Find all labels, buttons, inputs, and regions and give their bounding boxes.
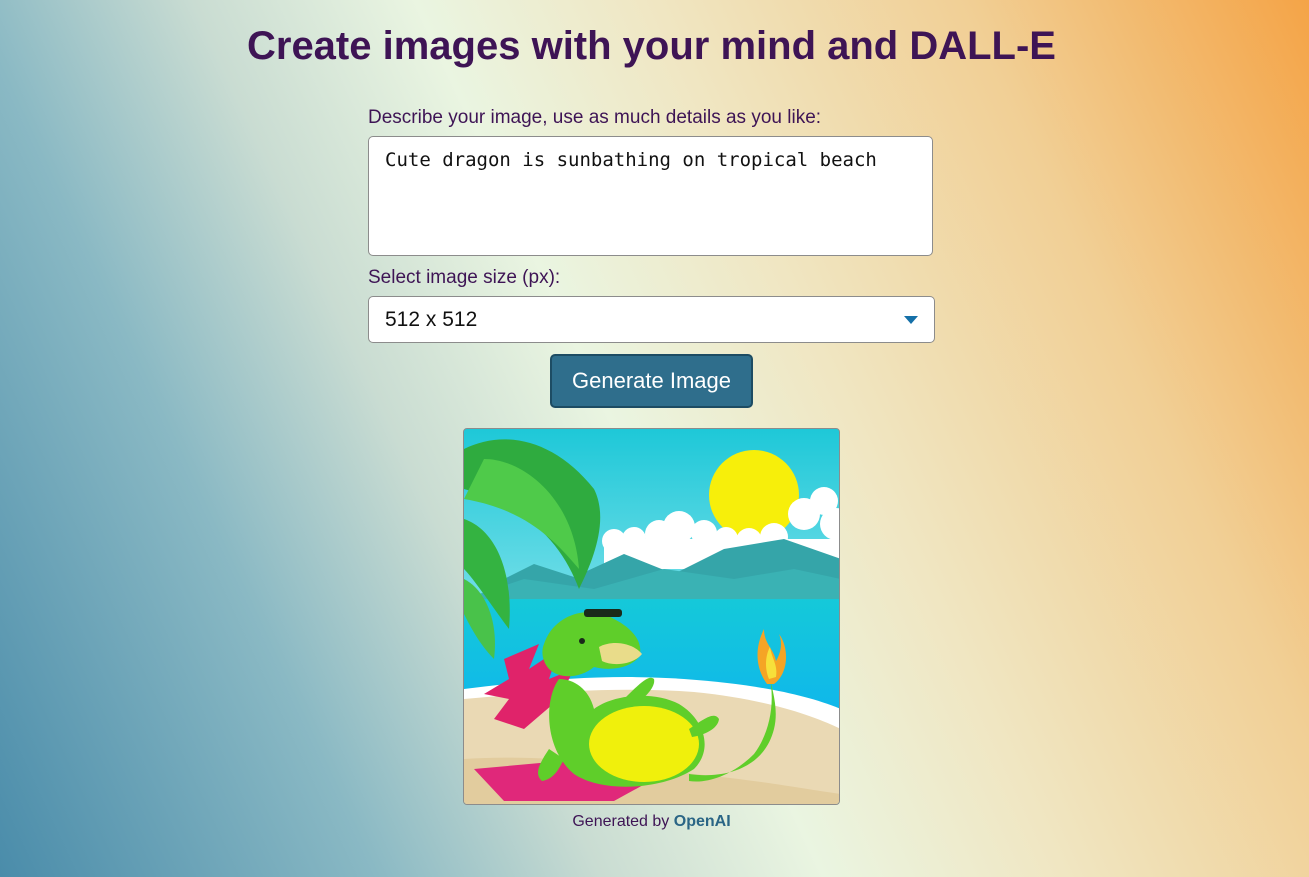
prompt-label: Describe your image, use as much details… — [368, 107, 822, 128]
openai-link[interactable]: OpenAI — [674, 813, 731, 830]
size-select-value: 512 x 512 — [385, 308, 478, 331]
credit-prefix: Generated by — [572, 813, 670, 830]
page-title: Create images with your mind and DALL-E — [246, 24, 1056, 68]
chevron-down-icon — [904, 316, 918, 324]
prompt-textarea[interactable]: Cute dragon is sunbathing on tropical be… — [368, 136, 933, 256]
size-select[interactable]: 512 x 512 — [368, 296, 935, 343]
image-form: Describe your image, use as much details… — [368, 106, 935, 343]
dragon-beach-illustration — [464, 429, 839, 804]
size-label: Select image size (px): — [368, 267, 561, 288]
generate-image-button[interactable]: Generate Image — [550, 354, 753, 408]
generated-image — [463, 428, 840, 805]
credit-line: Generated by OpenAI — [0, 813, 1303, 831]
